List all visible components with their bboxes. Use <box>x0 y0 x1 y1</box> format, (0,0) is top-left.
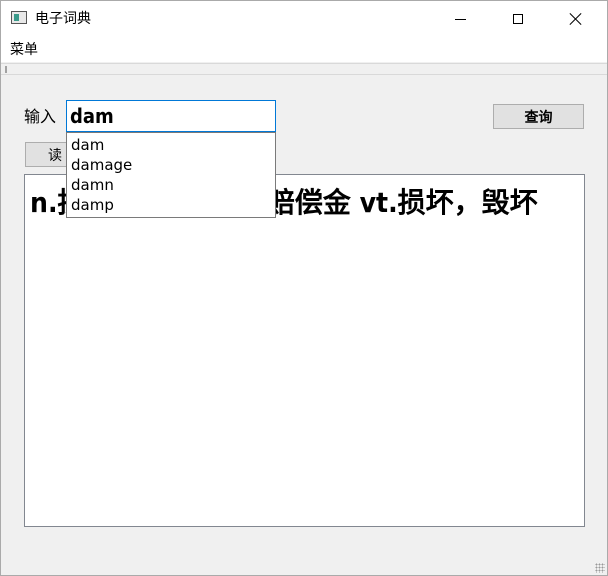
suggestion-item[interactable]: dam <box>67 135 275 155</box>
toolbar-grip-icon[interactable] <box>5 66 7 73</box>
search-input[interactable] <box>66 100 276 132</box>
close-button[interactable] <box>547 1 605 37</box>
suggestion-item[interactable]: damage <box>67 155 275 175</box>
maximize-button[interactable] <box>489 1 547 37</box>
minimize-icon <box>454 18 466 20</box>
input-label: 输入 <box>24 107 57 126</box>
title-bar[interactable]: 电子词典 <box>1 1 607 37</box>
minimize-button[interactable] <box>431 1 489 37</box>
maximize-icon <box>513 14 523 24</box>
query-button[interactable]: 查询 <box>493 104 584 129</box>
result-text-area[interactable]: n.损失，损害;(pl.)赔偿金 vt.损坏，毁坏 <box>24 174 585 527</box>
suggestion-item[interactable]: damp <box>67 195 275 215</box>
suggestion-item[interactable]: damn <box>67 175 275 195</box>
toolbar-area <box>1 63 607 75</box>
window-title: 电子词典 <box>35 11 91 27</box>
menu-item-menu[interactable]: 菜单 <box>5 39 43 61</box>
menu-bar: 菜单 <box>1 37 607 62</box>
app-window: 电子词典 菜单 输入 查询 读 n.损失，损害;(pl.)赔偿金 vt.损坏，毁… <box>0 0 608 576</box>
resize-grip-icon[interactable] <box>595 563 605 573</box>
app-icon <box>11 11 27 24</box>
autocomplete-popup: dam damage damn damp <box>66 132 276 218</box>
close-icon <box>570 13 582 25</box>
